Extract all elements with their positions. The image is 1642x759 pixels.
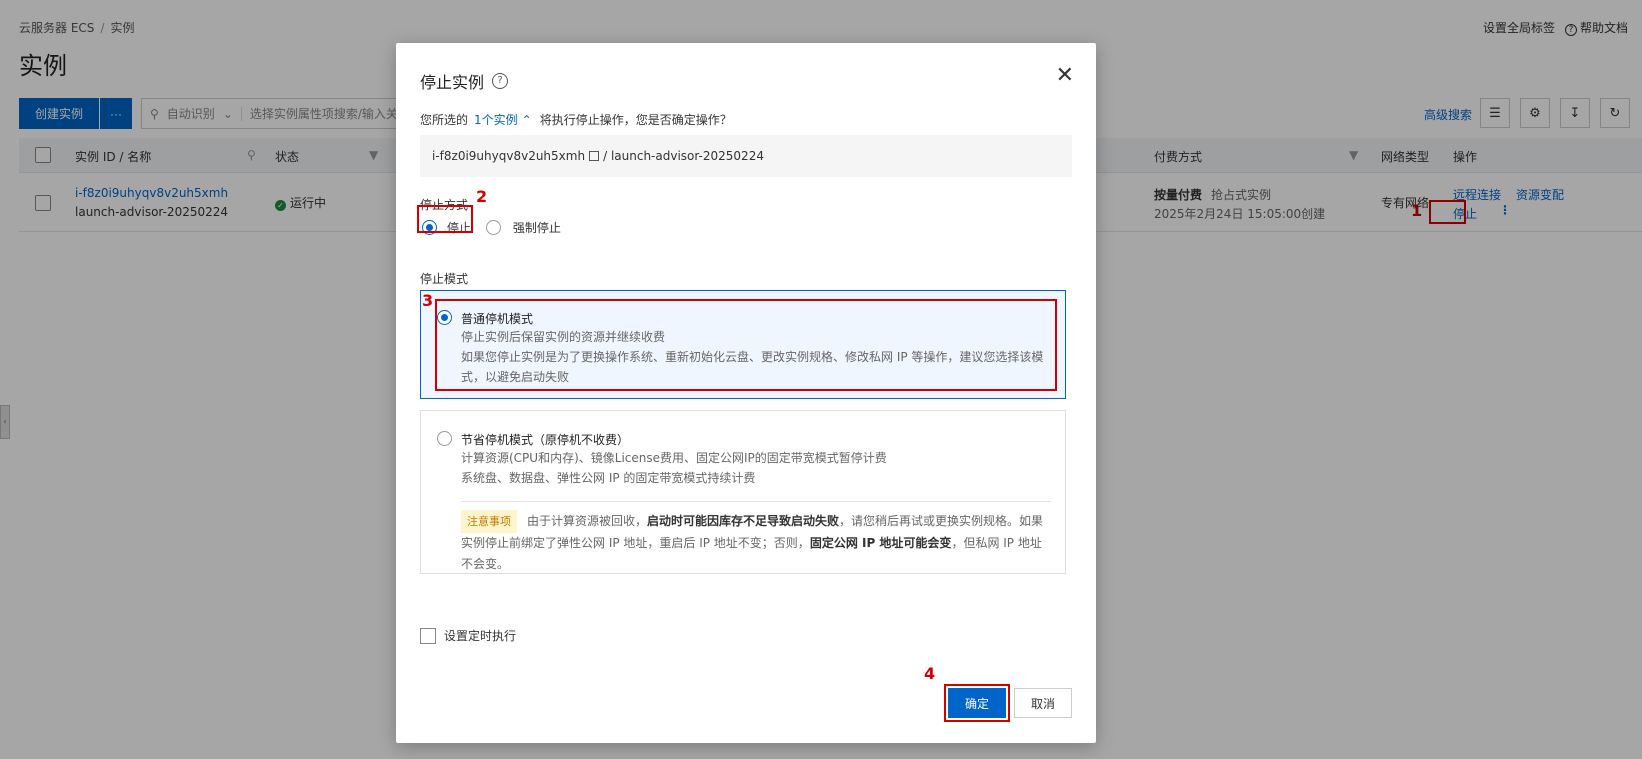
schedule-checkbox[interactable] (420, 627, 436, 644)
force-stop-option-label: 强制停止 (512, 221, 561, 235)
force-stop-radio[interactable] (486, 220, 501, 235)
saving-mode-title: 节省停机模式（原停机不收费） (461, 433, 630, 447)
selected-instance-id: i-f8z0i9uhyqv8v2uh5xmh (432, 149, 586, 163)
stop-option-force[interactable]: 强制停止 (486, 219, 561, 236)
annotation-number-2: 2 (476, 187, 488, 206)
selected-instance-separator: / (603, 149, 608, 163)
instance-count-link[interactable]: 1个实例 (474, 113, 518, 127)
cancel-button[interactable]: 取消 (1014, 688, 1072, 718)
annotation-box-3 (435, 299, 1057, 391)
dialog-title: 停止实例 ? (420, 69, 509, 93)
annotation-number-3: 3 (422, 291, 434, 310)
saving-stop-mode-card[interactable]: 节省停机模式（原停机不收费） 计算资源(CPU和内存)、镜像License费用、… (420, 410, 1066, 574)
stop-instance-dialog: 停止实例 ? ✕ 您所选的 1个实例 ⌃ 将执行停止操作，您是否确定操作？ i-f8z… (396, 43, 1096, 743)
dialog-title-text: 停止实例 (420, 73, 485, 92)
close-icon[interactable]: ✕ (1056, 65, 1074, 87)
schedule-label: 设置定时执行 (444, 629, 517, 643)
annotation-number-4: 4 (924, 664, 936, 683)
saving-mode-radio[interactable] (437, 431, 452, 446)
schedule-option[interactable]: 设置定时执行 (420, 627, 516, 644)
saving-mode-desc-2: 系统盘、数据盘、弹性公网 IP 的固定带宽模式持续计费 (461, 471, 756, 485)
question-suffix: 将执行停止操作，您是否确定操作？ (539, 113, 732, 127)
selected-instance-box: i-f8z0i9uhyqv8v2uh5xmh / launch-advisor-2… (420, 135, 1072, 177)
annotation-box-2 (417, 205, 473, 233)
copy-icon[interactable] (589, 151, 600, 161)
notice-part-a: 由于计算资源被回收， (527, 514, 648, 528)
question-icon[interactable]: ? (492, 73, 509, 89)
saving-mode-notice: 注意事项 由于计算资源被回收，启动时可能因库存不足导致启动失败，请您稍后再试或更换… (461, 501, 1051, 575)
saving-mode-desc-1: 计算资源(CPU和内存)、镜像License费用、固定公网IP的固定带宽模式暂停… (461, 451, 887, 465)
chevron-up-icon[interactable]: ⌃ (522, 113, 532, 127)
notice-part-b: 启动时可能因库存不足导致启动失败 (647, 514, 840, 528)
notice-part-d: 固定公网 IP 地址可能会变 (809, 536, 952, 550)
notice-tag: 注意事项 (461, 510, 517, 533)
question-prefix: 您所选的 (420, 113, 469, 127)
stop-mode-label: 停止模式 (420, 272, 469, 286)
annotation-box-4 (944, 684, 1010, 722)
selected-instance-name: launch-advisor-20250224 (610, 149, 764, 163)
confirm-question: 您所选的 1个实例 ⌃ 将执行停止操作，您是否确定操作？ (420, 111, 732, 128)
